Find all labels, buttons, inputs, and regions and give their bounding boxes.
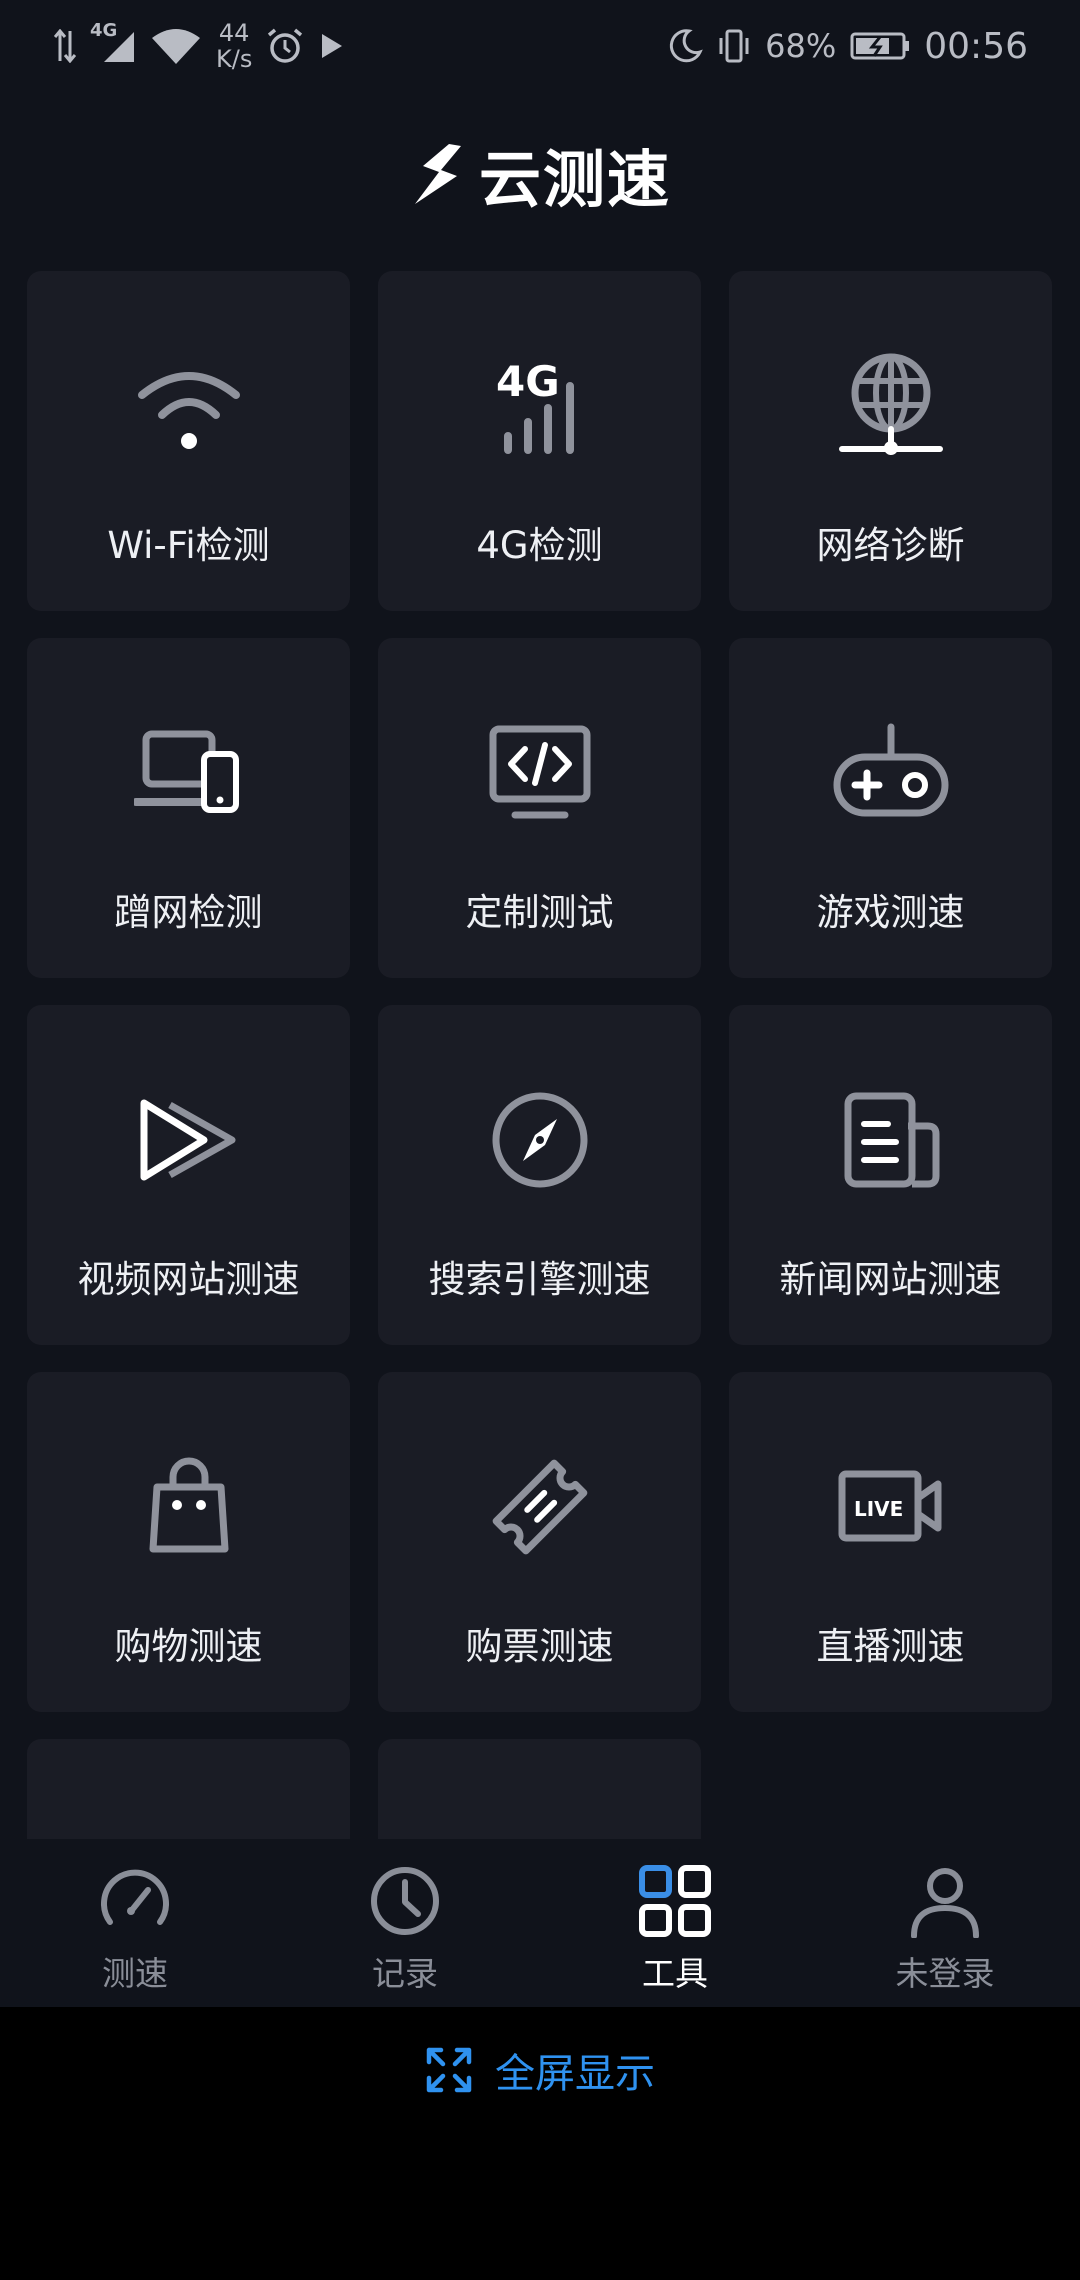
nav-tab-account[interactable]: 未登录 xyxy=(810,1839,1080,2007)
tool-card-ticketing[interactable]: 购票测速 xyxy=(378,1372,701,1712)
battery-charging-icon xyxy=(850,32,910,60)
expand-icon xyxy=(426,2047,472,2092)
svg-text:4G: 4G xyxy=(496,357,560,406)
tool-label: 直播测速 xyxy=(816,1625,965,1668)
tool-card-network-diagnosis[interactable]: 网络诊断 xyxy=(729,271,1052,611)
battery-percent: 68% xyxy=(765,27,837,65)
tool-label: 搜索引擎测速 xyxy=(428,1258,651,1301)
nav-label: 工具 xyxy=(642,1954,708,1993)
tool-label: 4G检测 xyxy=(476,524,603,567)
tool-card-search-engine[interactable]: 搜索引擎测速 xyxy=(378,1005,701,1345)
clock-time: 00:56 xyxy=(924,25,1028,67)
play-store-icon xyxy=(322,34,343,58)
net-speed-unit: K/s xyxy=(216,45,253,73)
data-arrows-icon xyxy=(54,29,76,63)
app-screen: 4G 44 K/s 68% 00:56 云测速 Wi-Fi检测 4G 4G检测 … xyxy=(0,0,1080,2007)
tool-label: 购物测速 xyxy=(114,1625,263,1668)
live-camera-icon: LIVE xyxy=(729,1452,1052,1562)
net-speed: 44 K/s xyxy=(216,20,252,72)
tool-card-partial[interactable] xyxy=(27,1739,350,1839)
cell-signal: 4G xyxy=(90,20,136,64)
laptop-phone-icon xyxy=(27,718,350,828)
net-speed-value: 44 xyxy=(218,19,250,47)
vibrate-icon xyxy=(719,29,749,63)
play-icon xyxy=(27,1085,350,1195)
tool-label: 定制测试 xyxy=(465,891,614,934)
tool-card-custom-test[interactable]: 定制测试 xyxy=(378,638,701,978)
tool-label: 网络诊断 xyxy=(816,524,965,567)
user-icon xyxy=(908,1861,982,1941)
tool-label: Wi-Fi检测 xyxy=(107,524,270,567)
cellular-4g-icon: 4G xyxy=(378,351,701,461)
bottom-nav: 测速 记录 工具 未登录 xyxy=(0,1839,1080,2007)
tool-label: 蹭网检测 xyxy=(114,891,263,934)
tool-card-4g[interactable]: 4G 4G检测 xyxy=(378,271,701,611)
fullscreen-label: 全屏显示 xyxy=(495,2050,655,2097)
tool-card-news-sites[interactable]: 新闻网站测速 xyxy=(729,1005,1052,1345)
tool-card-shopping[interactable]: 购物测速 xyxy=(27,1372,350,1712)
nav-tab-speedtest[interactable]: 测速 xyxy=(0,1839,270,2007)
svg-text:LIVE: LIVE xyxy=(854,1497,903,1521)
tool-card-live-stream[interactable]: LIVE 直播测速 xyxy=(729,1372,1052,1712)
nav-label: 测速 xyxy=(102,1954,168,1993)
compass-icon xyxy=(378,1085,701,1195)
network-type: 4G xyxy=(90,20,118,41)
grid-icon xyxy=(638,1861,712,1941)
gamepad-icon xyxy=(729,718,1052,828)
status-left: 4G 44 K/s xyxy=(54,20,346,72)
clock-icon xyxy=(368,1861,442,1941)
tool-card-wifi[interactable]: Wi-Fi检测 xyxy=(27,271,350,611)
tool-label: 新闻网站测速 xyxy=(779,1258,1002,1301)
globe-network-icon xyxy=(729,351,1052,461)
tool-card-partial[interactable] xyxy=(378,1739,701,1839)
nav-tab-tools[interactable]: 工具 xyxy=(540,1839,810,2007)
wifi-status-icon xyxy=(152,29,200,64)
tool-label: 购票测速 xyxy=(465,1625,614,1668)
alarm-icon xyxy=(268,28,303,63)
fullscreen-button[interactable]: 全屏显示 xyxy=(0,2007,1080,2132)
nav-label: 记录 xyxy=(372,1954,438,1993)
nav-tab-records[interactable]: 记录 xyxy=(270,1839,540,2007)
moon-icon xyxy=(670,29,703,63)
tool-card-video-sites[interactable]: 视频网站测速 xyxy=(27,1005,350,1345)
wifi-icon xyxy=(27,351,350,461)
tool-card-game-speed[interactable]: 游戏测速 xyxy=(729,638,1052,978)
logo-text: 云测速 xyxy=(478,143,671,216)
tool-label: 游戏测速 xyxy=(816,891,965,934)
status-right: 68% 00:56 xyxy=(667,22,1028,70)
logo-mark-icon xyxy=(414,144,461,204)
newspaper-icon xyxy=(729,1085,1052,1195)
speedometer-icon xyxy=(98,1861,172,1941)
tool-label: 视频网站测速 xyxy=(77,1258,300,1301)
nav-label: 未登录 xyxy=(895,1954,995,1993)
app-logo: 云测速 xyxy=(0,135,1080,216)
ticket-icon xyxy=(378,1452,701,1562)
shopping-bag-icon xyxy=(27,1452,350,1562)
tool-card-wifi-leech[interactable]: 蹭网检测 xyxy=(27,638,350,978)
code-monitor-icon xyxy=(378,718,701,828)
status-bar: 4G 44 K/s 68% 00:56 xyxy=(0,0,1080,92)
tools-grid: Wi-Fi检测 4G 4G检测 网络诊断 蹭网检测 定制测试 游戏测速 视频网站… xyxy=(27,271,1053,1839)
